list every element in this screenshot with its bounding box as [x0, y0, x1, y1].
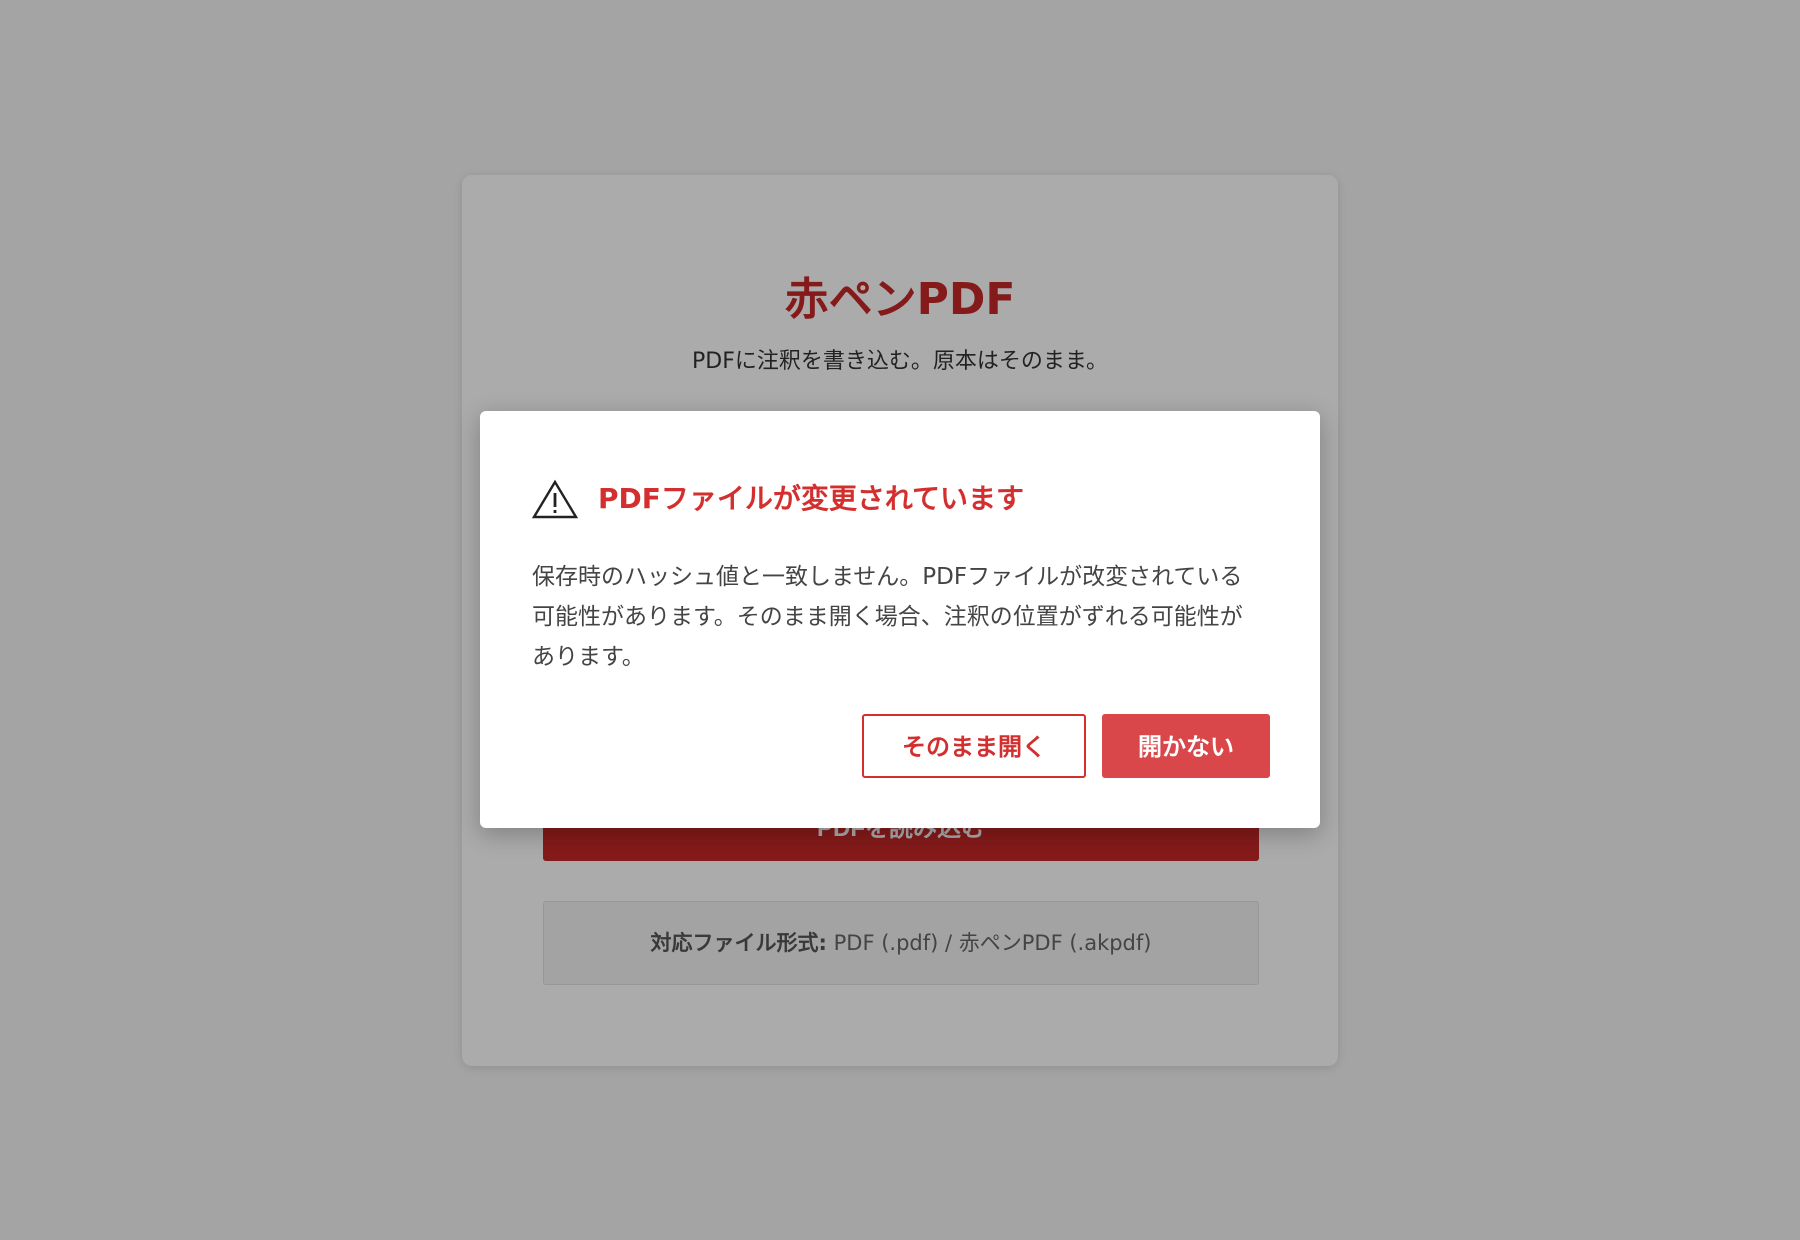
do-not-open-button[interactable]: 開かない — [1102, 714, 1270, 778]
open-anyway-button[interactable]: そのまま開く — [862, 714, 1086, 778]
file-modified-dialog: PDFファイルが変更されています 保存時のハッシュ値と一致しません。PDFファイ… — [480, 411, 1320, 828]
dialog-message: 保存時のハッシュ値と一致しません。PDFファイルが改変されている可能性があります… — [532, 564, 1243, 670]
warning-triangle-icon — [532, 479, 578, 519]
dialog-title: PDFファイルが変更されています — [598, 482, 1025, 515]
